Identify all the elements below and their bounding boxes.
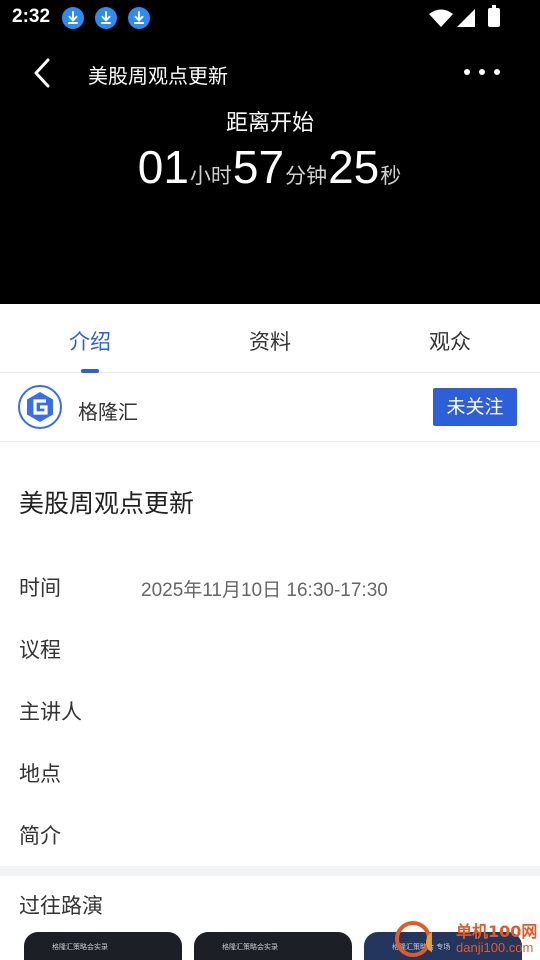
organizer-name[interactable]: 格隆汇	[78, 396, 138, 425]
download-icon	[95, 7, 117, 29]
status-bar: 2:32	[0, 0, 540, 36]
info-label: 地点	[19, 762, 61, 786]
past-roadshow-thumbnail[interactable]: 格隆汇策略会实录	[24, 932, 182, 960]
countdown-timer: 01小时57分钟25秒	[0, 140, 540, 194]
tab-intro[interactable]: 介绍	[0, 326, 180, 356]
organizer-row: 格隆汇 未关注	[0, 373, 540, 442]
info-label: 议程	[19, 638, 61, 662]
more-horizontal-icon[interactable]	[462, 62, 502, 82]
info-label: 简介	[19, 824, 61, 848]
tab-bar: 介绍 资料 观众	[0, 304, 540, 373]
watermark-line1: 单机100网	[456, 922, 538, 941]
past-roadshows-title: 过往路演	[19, 894, 103, 918]
chevron-left-icon[interactable]	[28, 56, 58, 90]
info-row-speaker: 主讲人	[19, 696, 519, 726]
event-title: 美股周观点更新	[19, 489, 195, 518]
live-header: 2:32 美股周观点更新 距离开始 01小时57分钟25秒	[0, 0, 540, 304]
wifi-icon	[429, 9, 453, 27]
tab-audience[interactable]: 观众	[360, 326, 540, 356]
countdown-minutes: 57	[232, 141, 285, 193]
past-roadshow-thumbnail[interactable]: 格隆汇策略会实录	[194, 932, 352, 960]
follow-button[interactable]: 未关注	[433, 388, 517, 426]
download-icon	[62, 7, 84, 29]
signal-icon	[457, 9, 475, 27]
info-label: 主讲人	[19, 700, 82, 724]
battery-icon	[488, 5, 500, 27]
countdown-label: 距离开始	[225, 111, 314, 136]
organizer-logo[interactable]	[18, 385, 62, 429]
countdown-seconds: 25	[328, 141, 380, 193]
info-row-agenda: 议程	[19, 634, 519, 664]
section-divider	[0, 866, 540, 876]
thumbnail-caption: 格隆汇策略会实录	[222, 943, 278, 951]
info-row-time: 时间 2025年11月10日 16:30-17:30	[19, 572, 519, 602]
download-icon	[128, 7, 150, 29]
thumbnail-caption: 格隆汇策略会实录	[52, 943, 108, 951]
countdown-seconds-unit: 秒	[380, 164, 402, 188]
info-row-summary: 简介	[19, 820, 519, 850]
tab-materials[interactable]: 资料	[180, 326, 360, 356]
site-watermark: 单机100网 danji100.com	[392, 918, 540, 960]
watermark-logo-icon	[395, 921, 432, 957]
countdown-minutes-unit: 分钟	[285, 164, 328, 188]
info-value: 2025年11月10日 16:30-17:30	[141, 580, 388, 601]
top-nav: 美股周观点更新	[0, 48, 540, 98]
page-title: 美股周观点更新	[88, 64, 228, 88]
info-label: 时间	[19, 576, 61, 600]
info-row-location: 地点	[19, 758, 519, 788]
status-time: 2:32	[12, 6, 51, 27]
countdown-hours: 01	[137, 141, 189, 193]
watermark-line2: danji100.com	[456, 940, 534, 955]
countdown-hours-unit: 小时	[189, 164, 232, 188]
